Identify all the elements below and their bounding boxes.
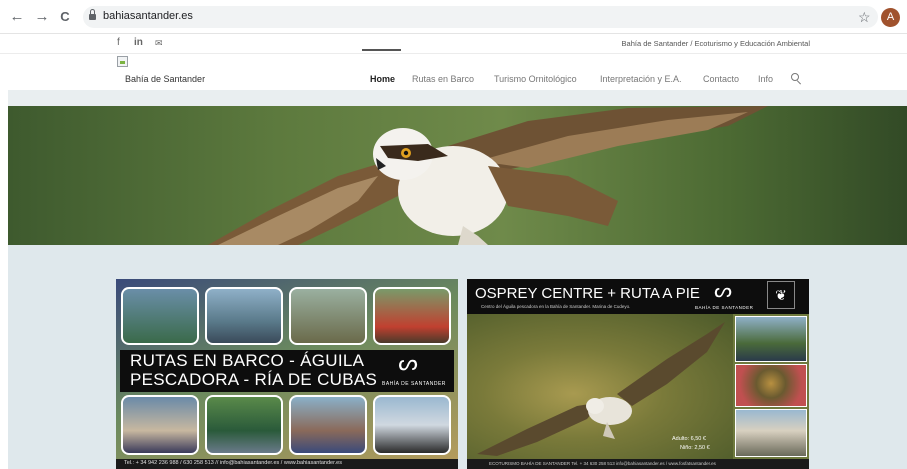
- visitors-photo: [735, 316, 807, 362]
- guide-photo: [121, 395, 199, 455]
- nav-home[interactable]: Home: [370, 74, 395, 84]
- poster-left-footer: Tel.: + 34 942 236 988 / 630 258 513 // …: [116, 459, 458, 469]
- url-text[interactable]: bahiasantander.es: [103, 10, 193, 22]
- osprey-nest-photo: [289, 287, 367, 345]
- nav-turismo-ornitologico[interactable]: Turismo Ornitológico: [494, 74, 577, 84]
- broken-logo-image-icon[interactable]: [117, 56, 128, 67]
- linkedin-icon[interactable]: in: [134, 37, 143, 49]
- page: ← → C bahiasantander.es ☆ A f in ✉ Bahía…: [0, 0, 907, 469]
- poster-right-contact: ECOTURISMO BAHÍA DE SANTANDER Tel. + 34 …: [489, 461, 716, 466]
- forward-icon[interactable]: →: [34, 9, 50, 25]
- centre-building-photo: [735, 409, 807, 457]
- river-photo: [205, 395, 283, 455]
- nav-contacto[interactable]: Contacto: [703, 74, 739, 84]
- email-icon[interactable]: ✉: [155, 37, 163, 49]
- browser-toolbar: ← → C bahiasantander.es ☆ A: [0, 0, 907, 34]
- poster-left-contact: Tel.: + 34 942 236 988 / 630 258 513 // …: [124, 460, 342, 466]
- poster-left-title-line1: RUTAS EN BARCO - ÁGUILA: [130, 351, 365, 370]
- social-topbar: f in ✉ Bahía de Santander / Ecoturismo y…: [0, 34, 907, 54]
- nav-info[interactable]: Info: [758, 74, 773, 84]
- bahia-logo-icon-right: ᔕ: [714, 280, 732, 302]
- poster-right-title: OSPREY CENTRE + RUTA A PIE: [475, 285, 700, 302]
- nav-interpretacion[interactable]: Interpretación y E.A.: [600, 74, 682, 84]
- site-tagline: Bahía de Santander / Ecoturismo y Educac…: [621, 39, 810, 48]
- profile-avatar[interactable]: A: [881, 8, 900, 27]
- bookmark-star-icon[interactable]: ☆: [858, 9, 871, 25]
- songbird-photo: [735, 364, 807, 407]
- kayak-photo: [373, 287, 451, 345]
- back-icon[interactable]: ←: [9, 9, 25, 25]
- nav-rutas-en-barco[interactable]: Rutas en Barco: [412, 74, 474, 84]
- poster-left-banner: RUTAS EN BARCO - ÁGUILA PESCADORA - RÍA …: [120, 350, 454, 392]
- poster-right-logo-text: BAHÍA DE SANTANDER: [695, 305, 754, 310]
- poster-osprey-centre[interactable]: OSPREY CENTRE + RUTA A PIE Centro del Ág…: [467, 279, 809, 469]
- poster-right-footer: ECOTURISMO BAHÍA DE SANTANDER Tel. + 34 …: [467, 459, 809, 469]
- poster-rutas-en-barco[interactable]: RUTAS EN BARCO - ÁGUILA PESCADORA - RÍA …: [116, 279, 458, 469]
- search-icon[interactable]: [791, 73, 802, 85]
- oystercatcher-photo: [373, 395, 451, 455]
- bahia-logo-icon: ᔕ: [398, 350, 418, 375]
- osprey-illustration: [208, 106, 768, 245]
- group-photo: [289, 395, 367, 455]
- hero-osprey-image: [8, 106, 907, 245]
- poster-right-banner: OSPREY CENTRE + RUTA A PIE Centro del Ág…: [467, 279, 809, 314]
- kingfisher-photo: [121, 287, 199, 345]
- poster-left-title-line2: PESCADORA - RÍA DE CUBAS: [130, 370, 378, 389]
- reload-icon[interactable]: C: [57, 9, 73, 25]
- site-name[interactable]: Bahía de Santander: [125, 74, 205, 84]
- price-child: Niño: 2,50 €: [680, 445, 710, 451]
- facebook-icon[interactable]: f: [117, 37, 120, 49]
- poster-left-logo-text: BAHÍA DE SANTANDER: [382, 381, 446, 387]
- boat-tour-photo: [205, 287, 283, 345]
- nav-active-indicator: [362, 49, 401, 51]
- hero-top-strip: [8, 90, 907, 106]
- osprey-centre-emblem-icon: ❦: [767, 281, 795, 309]
- price-adult: Adulto: 6,50 €: [672, 436, 706, 442]
- poster-right-subtitle: Centro del Águila pescadora en la Bahía …: [481, 304, 631, 309]
- address-bar[interactable]: bahiasantander.es: [83, 6, 878, 28]
- lock-icon: [89, 9, 96, 20]
